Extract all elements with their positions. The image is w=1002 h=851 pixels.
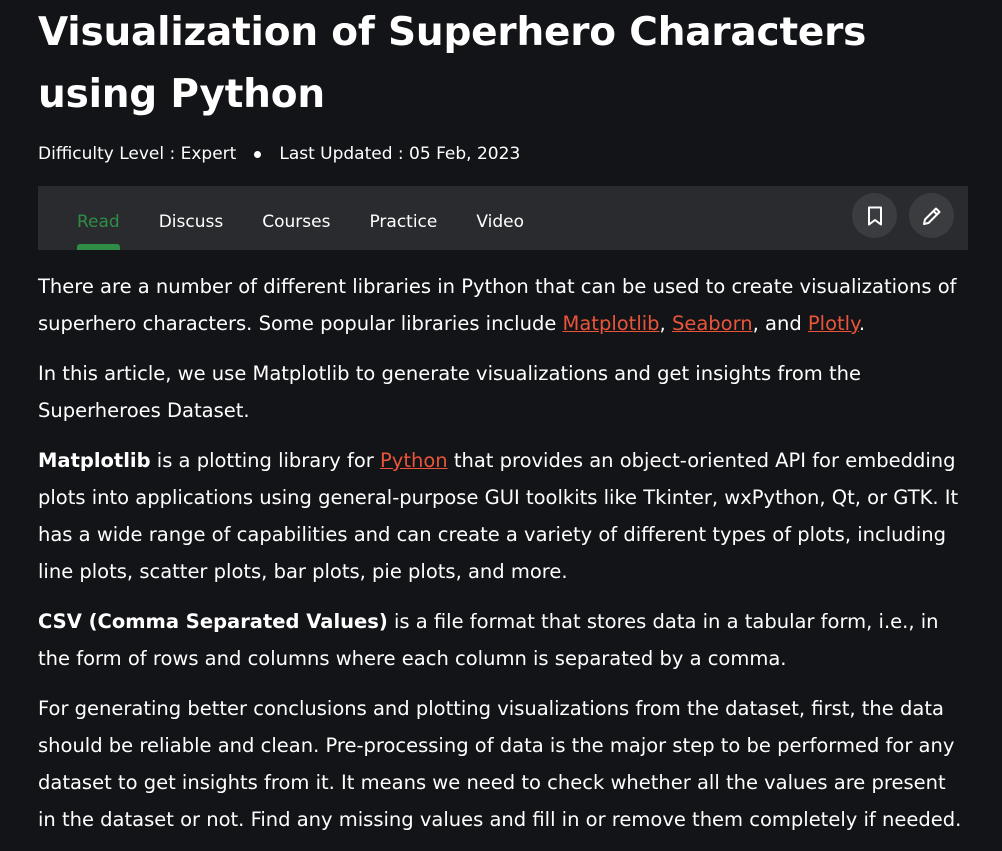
article-container: Visualization of Superhero Characters us… — [38, 0, 968, 851]
difficulty-level: Difficulty Level : Expert — [38, 144, 237, 164]
article-tabbar: Read Discuss Courses Practice Video — [38, 186, 968, 250]
paragraph-end: . — [858, 312, 866, 335]
paragraph-intro: There are a number of different librarie… — [38, 268, 968, 342]
paragraph-matplotlib: Matplotlib is a plotting library for Pyt… — [38, 442, 968, 590]
paragraph-csv: CSV (Comma Separated Values) is a file f… — [38, 603, 968, 677]
tab-discuss[interactable]: Discuss — [159, 212, 224, 250]
tab-practice[interactable]: Practice — [369, 212, 437, 250]
tab-list: Read Discuss Courses Practice Video — [77, 212, 563, 250]
tab-read[interactable]: Read — [77, 212, 120, 250]
bookmark-button[interactable] — [852, 193, 897, 238]
tab-courses[interactable]: Courses — [262, 212, 330, 250]
article-body: There are a number of different librarie… — [38, 268, 968, 838]
term-matplotlib: Matplotlib — [38, 449, 151, 472]
separator-text: , — [659, 312, 672, 335]
pencil-icon — [922, 207, 940, 225]
tab-actions — [852, 193, 954, 238]
term-csv: CSV (Comma Separated Values) — [38, 610, 388, 633]
link-plotly[interactable]: Plotly — [808, 312, 859, 335]
separator-dot — [254, 150, 262, 158]
paragraph-text: is a plotting library for — [150, 449, 381, 472]
bookmark-icon — [867, 206, 882, 225]
separator-text: , and — [752, 312, 808, 335]
paragraph-article-scope: In this article, we use Matplotlib to ge… — [38, 362, 861, 422]
link-python[interactable]: Python — [380, 449, 448, 472]
link-seaborn[interactable]: Seaborn — [672, 312, 753, 335]
article-meta: Difficulty Level : Expert Last Updated :… — [38, 136, 968, 172]
link-matplotlib[interactable]: Matplotlib — [563, 312, 660, 335]
tab-video[interactable]: Video — [476, 212, 524, 250]
last-updated: Last Updated : 05 Feb, 2023 — [279, 144, 521, 164]
page-title: Visualization of Superhero Characters us… — [38, 10, 867, 117]
paragraph-preprocessing: For generating better conclusions and pl… — [38, 697, 962, 831]
edit-button[interactable] — [909, 193, 954, 238]
